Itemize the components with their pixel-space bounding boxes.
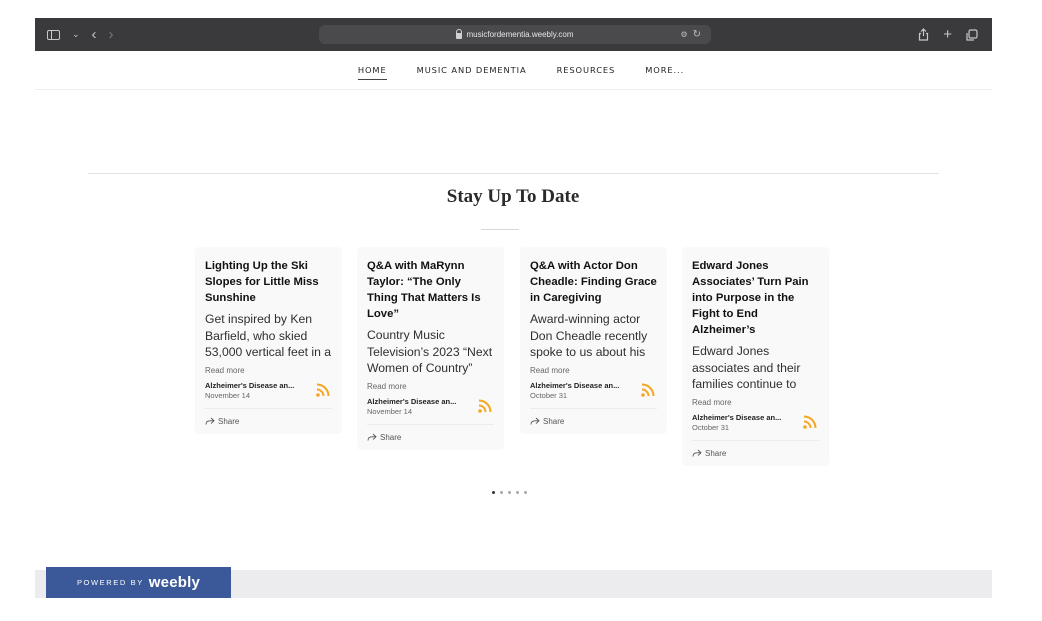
section-divider xyxy=(88,173,939,174)
card-source[interactable]: Alzheimer's Disease an... xyxy=(692,413,781,422)
card-source[interactable]: Alzheimer's Disease an... xyxy=(530,381,619,390)
carousel-dot[interactable] xyxy=(500,491,503,494)
share-label: Share xyxy=(543,416,565,426)
sidebar-toggle-icon[interactable] xyxy=(47,29,60,40)
share-label: Share xyxy=(218,416,240,426)
nav-divider xyxy=(35,89,992,90)
rss-icon xyxy=(803,415,817,429)
nav-item-resources[interactable]: RESOURCES xyxy=(557,65,616,79)
carousel-dot[interactable] xyxy=(492,491,495,494)
card-date: October 31 xyxy=(530,390,568,400)
card-excerpt: Get inspired by Ken Barfield, who skied … xyxy=(205,312,332,359)
chevron-down-icon[interactable]: ⌄ xyxy=(72,29,80,40)
read-more-link[interactable]: Read more xyxy=(367,382,494,391)
nav-item-music-and-dementia[interactable]: MUSIC AND DEMENTIA xyxy=(417,65,527,79)
nav-item-more[interactable]: MORE... xyxy=(645,65,684,79)
share-button[interactable]: Share xyxy=(692,439,819,466)
back-icon[interactable]: ‹ xyxy=(92,26,97,43)
browser-toolbar: ⌄ ‹ › musicfordementia.weebly.com ⚙ ↻ + xyxy=(35,18,992,51)
rss-icon xyxy=(478,399,492,413)
title-underline xyxy=(481,229,519,230)
translate-icon[interactable]: ⚙ xyxy=(680,30,687,39)
reload-icon[interactable]: ↻ xyxy=(693,29,701,40)
card-excerpt: Country Music Television’s 2023 “Next Wo… xyxy=(367,328,493,375)
carousel-dot[interactable] xyxy=(524,491,527,494)
share-arrow-icon xyxy=(205,417,215,425)
card-source[interactable]: Alzheimer's Disease an... xyxy=(205,381,294,390)
news-card[interactable]: Q&A with Actor Don Cheadle: Finding Grac… xyxy=(520,247,667,434)
news-card[interactable]: Q&A with MaRynn Taylor: “The Only Thing … xyxy=(357,247,504,450)
card-date: November 14 xyxy=(205,390,251,400)
address-bar[interactable]: musicfordementia.weebly.com ⚙ ↻ xyxy=(319,25,711,44)
read-more-link[interactable]: Read more xyxy=(530,366,657,375)
share-icon[interactable] xyxy=(918,28,929,41)
card-title[interactable]: Q&A with MaRynn Taylor: “The Only Thing … xyxy=(367,258,494,322)
read-more-link[interactable]: Read more xyxy=(205,366,332,375)
share-arrow-icon xyxy=(692,449,702,457)
lock-icon xyxy=(456,28,463,39)
share-arrow-icon xyxy=(530,417,540,425)
url-text: musicfordementia.weebly.com xyxy=(466,30,574,39)
powered-by-label: POWERED BY xyxy=(76,578,144,587)
carousel-dot[interactable] xyxy=(516,491,519,494)
share-label: Share xyxy=(380,432,402,442)
share-label: Share xyxy=(705,448,727,458)
nav-item-home[interactable]: HOME xyxy=(357,65,387,80)
carousel-dot[interactable] xyxy=(508,491,511,494)
forward-icon[interactable]: › xyxy=(109,26,114,43)
read-more-link[interactable]: Read more xyxy=(692,398,819,407)
card-title[interactable]: Lighting Up the Ski Slopes for Little Mi… xyxy=(205,258,332,306)
news-card[interactable]: Lighting Up the Ski Slopes for Little Mi… xyxy=(195,247,342,434)
card-excerpt: Edward Jones associates and their famili… xyxy=(692,344,801,391)
powered-by-weebly-badge[interactable]: POWERED BY weebly xyxy=(46,567,231,598)
section-title: Stay Up To Date xyxy=(446,186,580,207)
card-date: October 31 xyxy=(692,422,730,432)
carousel-pagination xyxy=(492,491,527,494)
new-tab-icon[interactable]: + xyxy=(943,26,952,43)
card-source[interactable]: Alzheimer's Disease an... xyxy=(367,397,456,406)
card-date: November 14 xyxy=(367,406,413,416)
card-title[interactable]: Q&A with Actor Don Cheadle: Finding Grac… xyxy=(530,258,657,306)
news-card[interactable]: Edward Jones Associates’ Turn Pain into … xyxy=(682,247,829,466)
weebly-logo: weebly xyxy=(148,574,201,591)
site-nav: HOME MUSIC AND DEMENTIA RESOURCES MORE..… xyxy=(0,51,1042,89)
rss-icon xyxy=(641,383,655,397)
tabs-overview-icon[interactable] xyxy=(966,28,978,41)
card-title[interactable]: Edward Jones Associates’ Turn Pain into … xyxy=(692,258,819,338)
share-button[interactable]: Share xyxy=(205,407,332,434)
rss-icon xyxy=(316,383,330,397)
card-excerpt: Award-winning actor Don Cheadle recently… xyxy=(530,312,648,359)
share-button[interactable]: Share xyxy=(530,407,657,434)
share-arrow-icon xyxy=(367,433,377,441)
share-button[interactable]: Share xyxy=(367,423,494,450)
